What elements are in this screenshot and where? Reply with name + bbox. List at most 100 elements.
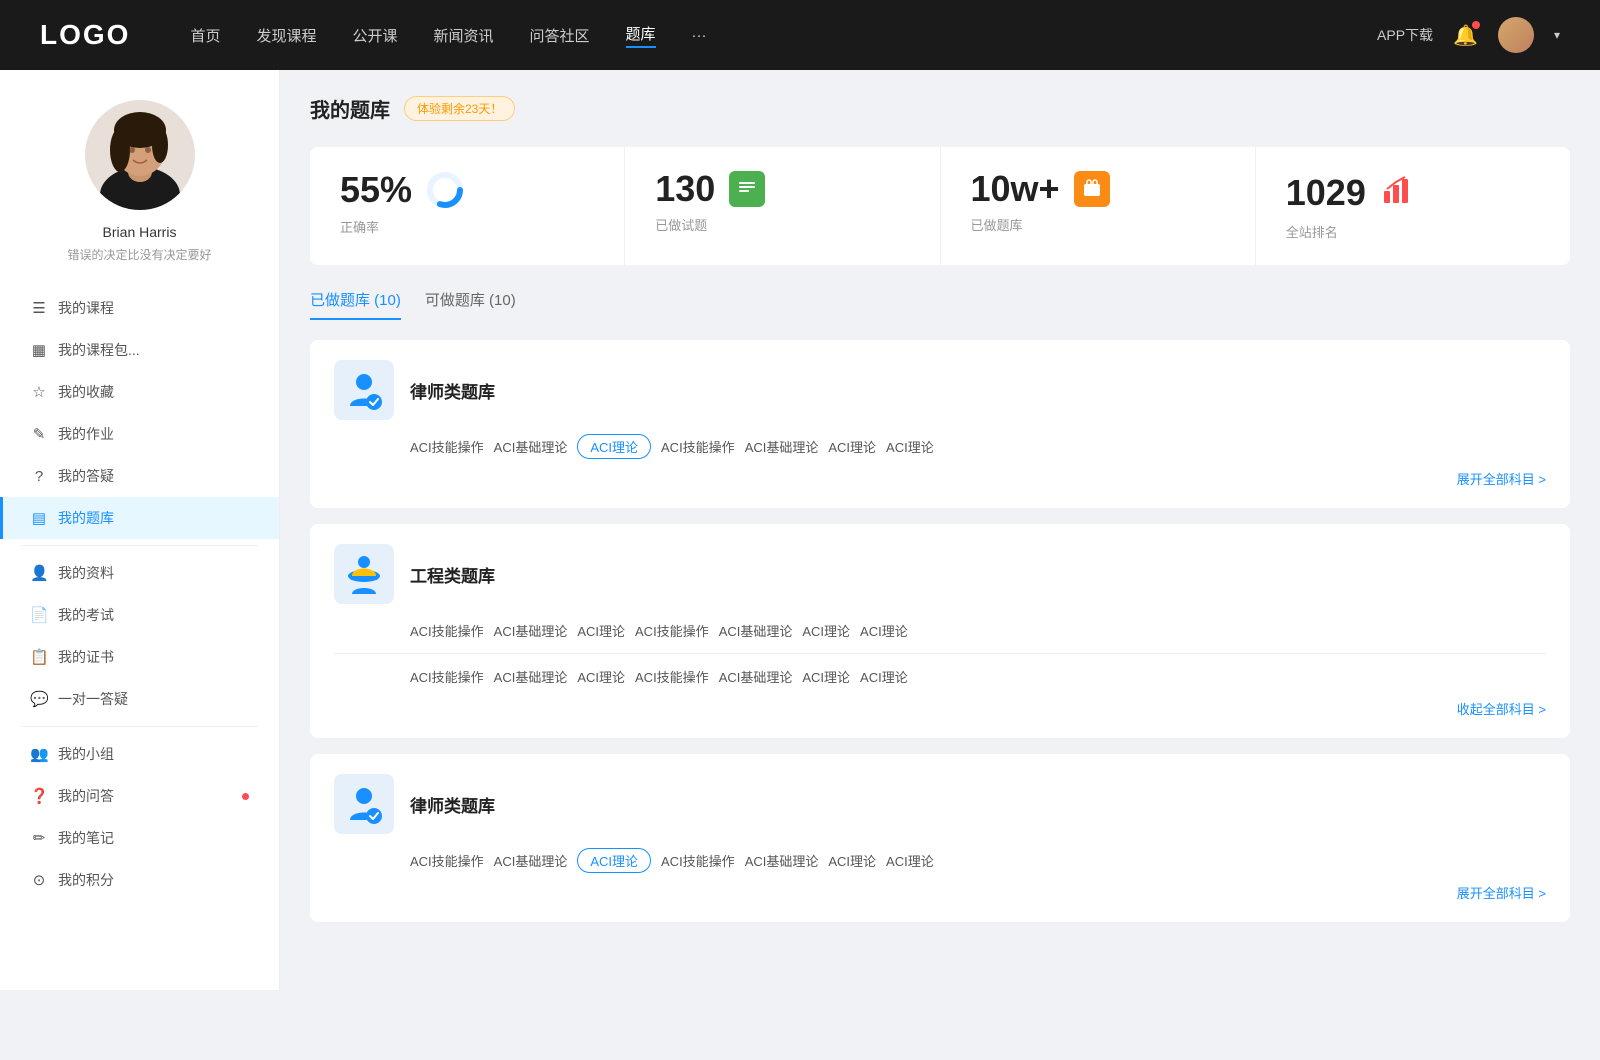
qbank-tag[interactable]: ACI理论 [886,434,934,459]
qbank-tag[interactable]: ACI基础理论 [494,434,568,459]
nav-qa[interactable]: 问答社区 [530,25,590,46]
stat-correctness-label: 正确率 [340,217,594,236]
points-icon: ⊙ [30,871,48,889]
qbank-tag[interactable]: ACI技能操作 [635,664,709,689]
stat-rank: 1029 全站排名 [1256,147,1570,265]
qbank-lawyer-2-header: 律师类题库 [334,774,1546,834]
sidebar-item-my-questions[interactable]: ❓ 我的问答 [0,775,279,817]
stat-done-questions: 130 已做试题 [625,147,940,265]
qbank-tag[interactable]: ACI基础理论 [745,434,819,459]
sidebar-item-one-on-one[interactable]: 💬 一对一答疑 [0,678,279,720]
sidebar-item-points[interactable]: ⊙ 我的积分 [0,859,279,901]
my-group-icon: 👥 [30,745,48,763]
stat-rank-value: 1029 [1286,175,1366,211]
qbank-tag[interactable]: ACI技能操作 [410,664,484,689]
qbank-card-lawyer-2: 律师类题库 ACI技能操作 ACI基础理论 ACI理论 ACI技能操作 ACI基… [310,754,1570,922]
nav-question-bank[interactable]: 题库 [626,23,656,48]
qbank-engineer-header: 工程类题库 [334,544,1546,604]
qbank-tag[interactable]: ACI技能操作 [635,618,709,643]
qbank-tag[interactable]: ACI理论 [860,618,908,643]
notification-dot [1472,21,1480,29]
qbank-tag[interactable]: ACI基础理论 [719,618,793,643]
one-on-one-label: 一对一答疑 [58,689,249,709]
nav-discover[interactable]: 发现课程 [256,25,316,46]
sidebar-item-my-exam[interactable]: 📄 我的考试 [0,594,279,636]
stat-done-questions-value: 130 [655,171,715,207]
qbank-tag-highlighted[interactable]: ACI理论 [577,848,651,873]
nav-home[interactable]: 首页 [190,25,220,46]
qbank-tag[interactable]: ACI理论 [886,848,934,873]
sidebar-item-question-bank[interactable]: ▤ 我的题库 [0,497,279,539]
top-nav: LOGO 首页 发现课程 公开课 新闻资讯 问答社区 题库 ··· APP下载 … [0,0,1600,70]
stat-correctness-value: 55% [340,172,412,208]
stat-done-questions-label: 已做试题 [655,215,909,234]
tabs-row: 已做题库 (10) 可做题库 (10) [310,289,1570,320]
user-avatar[interactable] [1498,17,1534,53]
qbank-lawyer-2-expand[interactable]: 展开全部科目 > [334,883,1546,902]
qbank-tag[interactable]: ACI理论 [828,848,876,873]
user-name: Brian Harris [103,224,177,240]
qbank-tag[interactable]: ACI基础理论 [494,848,568,873]
questions-notification-dot [242,793,249,800]
stat-done-banks-value: 10w+ [971,171,1060,207]
sidebar-item-course-package[interactable]: ▦ 我的课程包... [0,329,279,371]
sidebar-item-notes[interactable]: ✏ 我的笔记 [0,817,279,859]
nav-open-course[interactable]: 公开课 [352,25,397,46]
qbank-tag[interactable]: ACI技能操作 [661,434,735,459]
tab-done-banks[interactable]: 已做题库 (10) [310,289,401,320]
sidebar-item-certificate[interactable]: 📋 我的证书 [0,636,279,678]
qbank-tag-highlighted[interactable]: ACI理论 [577,434,651,459]
stat-done-banks: 10w+ 已做题库 [941,147,1256,265]
qbank-tag[interactable]: ACI理论 [828,434,876,459]
qbank-lawyer-1-expand[interactable]: 展开全部科目 > [334,469,1546,488]
qbank-tag[interactable]: ACI基础理论 [745,848,819,873]
qbank-tag[interactable]: ACI技能操作 [410,848,484,873]
user-dropdown-arrow[interactable]: ▾ [1554,28,1560,42]
qbank-tag[interactable]: ACI基础理论 [494,618,568,643]
qa-me-icon: ? [30,468,48,485]
my-questions-label: 我的问答 [58,786,230,806]
qbank-tag[interactable]: ACI理论 [860,664,908,689]
qbank-engineer-collapse[interactable]: 收起全部科目 > [334,699,1546,718]
nav-news[interactable]: 新闻资讯 [434,25,494,46]
qbank-tag[interactable]: ACI技能操作 [661,848,735,873]
stat-green-icon [729,171,765,207]
stat-done-banks-top: 10w+ [971,171,1225,207]
question-bank-label: 我的题库 [58,508,249,528]
sidebar-item-my-group[interactable]: 👥 我的小组 [0,733,279,775]
question-bank-icon: ▤ [30,509,48,527]
qbank-tag[interactable]: ACI基础理论 [494,664,568,689]
sidebar-item-my-profile[interactable]: 👤 我的资料 [0,552,279,594]
stat-orange-icon [1074,171,1110,207]
stat-rank-top: 1029 [1286,171,1540,214]
tab-available-banks[interactable]: 可做题库 (10) [425,289,516,320]
qbank-tag[interactable]: ACI理论 [577,618,625,643]
qbank-tag[interactable]: ACI基础理论 [719,664,793,689]
sidebar-item-favorites[interactable]: ☆ 我的收藏 [0,371,279,413]
qbank-tag[interactable]: ACI理论 [577,664,625,689]
notification-bell[interactable]: 🔔 [1453,23,1478,48]
nav-more[interactable]: ··· [692,27,707,44]
sidebar-divider-1 [20,545,259,546]
stat-rank-label: 全站排名 [1286,222,1540,241]
sidebar-item-homework[interactable]: ✎ 我的作业 [0,413,279,455]
my-profile-label: 我的资料 [58,563,249,583]
qbank-tag[interactable]: ACI技能操作 [410,618,484,643]
qbank-engineer-tags-row2: ACI技能操作 ACI基础理论 ACI理论 ACI技能操作 ACI基础理论 AC… [410,664,1546,689]
qbank-tag[interactable]: ACI理论 [802,618,850,643]
stat-done-banks-label: 已做题库 [971,215,1225,234]
course-package-label: 我的课程包... [58,340,249,360]
sidebar-item-my-course[interactable]: ☰ 我的课程 [0,287,279,329]
notes-icon: ✏ [30,829,48,847]
sidebar-item-qa-me[interactable]: ? 我的答疑 [0,455,279,497]
qbank-lawyer-1-header: 律师类题库 [334,360,1546,420]
stats-row: 55% 正确率 130 [310,147,1570,265]
qbank-engineer-icon [334,544,394,604]
favorites-label: 我的收藏 [58,382,249,402]
qbank-tag[interactable]: ACI理论 [802,664,850,689]
one-on-one-icon: 💬 [30,690,48,708]
qbank-tag[interactable]: ACI技能操作 [410,434,484,459]
qbank-lawyer-1-title: 律师类题库 [410,378,495,403]
qbank-lawyer-2-tags: ACI技能操作 ACI基础理论 ACI理论 ACI技能操作 ACI基础理论 AC… [410,848,1546,873]
app-download-button[interactable]: APP下载 [1377,25,1433,45]
